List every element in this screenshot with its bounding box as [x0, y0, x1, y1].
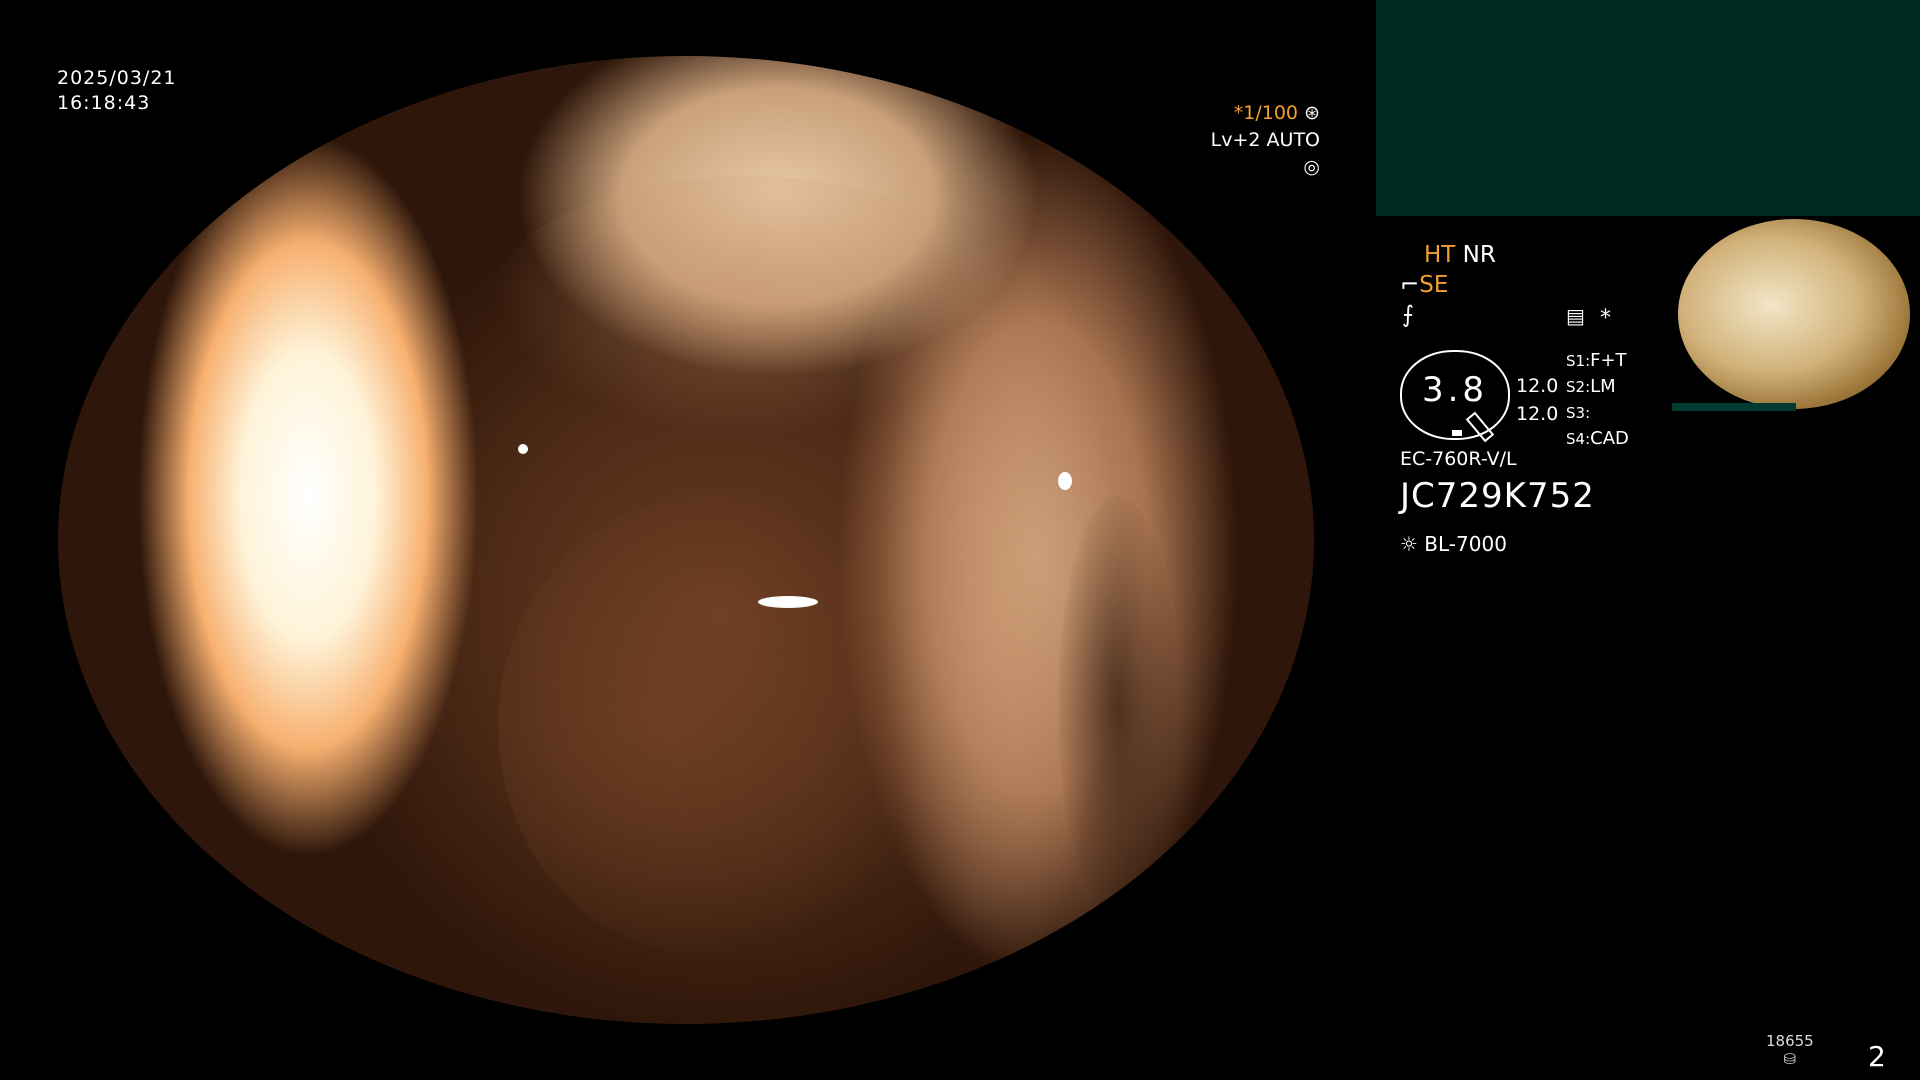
s4-label: S4:	[1566, 430, 1591, 448]
storage-counter: 18655 ⛁	[1766, 1032, 1814, 1068]
s1-value: F+T	[1590, 350, 1627, 371]
gauge-needle	[1465, 411, 1495, 443]
date-time: 2025/03/21 16:18:43	[57, 66, 177, 116]
thumbnail-image	[1678, 219, 1910, 409]
s2-value: LM	[1590, 376, 1616, 397]
gauge-value: 3.8	[1421, 370, 1489, 410]
counter-text: 18655	[1766, 1032, 1814, 1050]
value-1: 12.0	[1516, 375, 1559, 397]
scope-serial: JC729K752	[1400, 476, 1595, 516]
reference-panel	[1376, 0, 1920, 216]
thumbnail-bar	[1672, 403, 1796, 411]
scope-switches: S1:F+T S2:LM S3: S4:CAD	[1566, 348, 1629, 452]
filter-icon: ⨍	[1402, 302, 1414, 328]
nr-label: NR	[1462, 242, 1496, 268]
shutter-text: *1/100	[1233, 102, 1299, 124]
page-number: 2	[1868, 1040, 1886, 1073]
s4-value: CAD	[1590, 428, 1629, 449]
shutter-icon: ⊛	[1304, 102, 1320, 124]
asterisk-icon: *	[1600, 306, 1611, 331]
endoscope-view	[58, 56, 1314, 1024]
date-text: 2025/03/21	[57, 67, 177, 89]
se-row: ⌐SE	[1400, 272, 1448, 298]
mode-row: HT NR	[1424, 242, 1496, 268]
gauge: 3.8	[1400, 350, 1510, 443]
scope-model: EC-760R-V/L	[1400, 448, 1517, 470]
value-column: 12.0 12.0	[1516, 372, 1558, 428]
light-icon: ☼	[1400, 532, 1418, 556]
exposure-readout: *1/100 ⊛ Lv+2 AUTO ◎	[1196, 100, 1320, 181]
s3-label: S3:	[1566, 404, 1591, 422]
iris-text: Lv+2 AUTO	[1210, 129, 1320, 151]
scope-icon: ⌐	[1400, 272, 1420, 298]
ht-label: HT	[1424, 242, 1456, 268]
gauge-tick	[1452, 430, 1462, 436]
value-2: 12.0	[1516, 403, 1559, 425]
time-text: 16:18:43	[57, 92, 151, 114]
storage-icon: ⛁	[1783, 1050, 1797, 1068]
light-source: ☼ BL-7000	[1400, 532, 1507, 556]
s1-label: S1:	[1566, 352, 1591, 370]
menu-icon: ▤	[1566, 304, 1585, 328]
s2-label: S2:	[1566, 378, 1591, 396]
iris-icon: ◎	[1303, 156, 1320, 178]
se-label: SE	[1419, 272, 1449, 298]
thumbnail-view[interactable]	[1672, 217, 1920, 413]
light-source-label: BL-7000	[1424, 532, 1507, 556]
